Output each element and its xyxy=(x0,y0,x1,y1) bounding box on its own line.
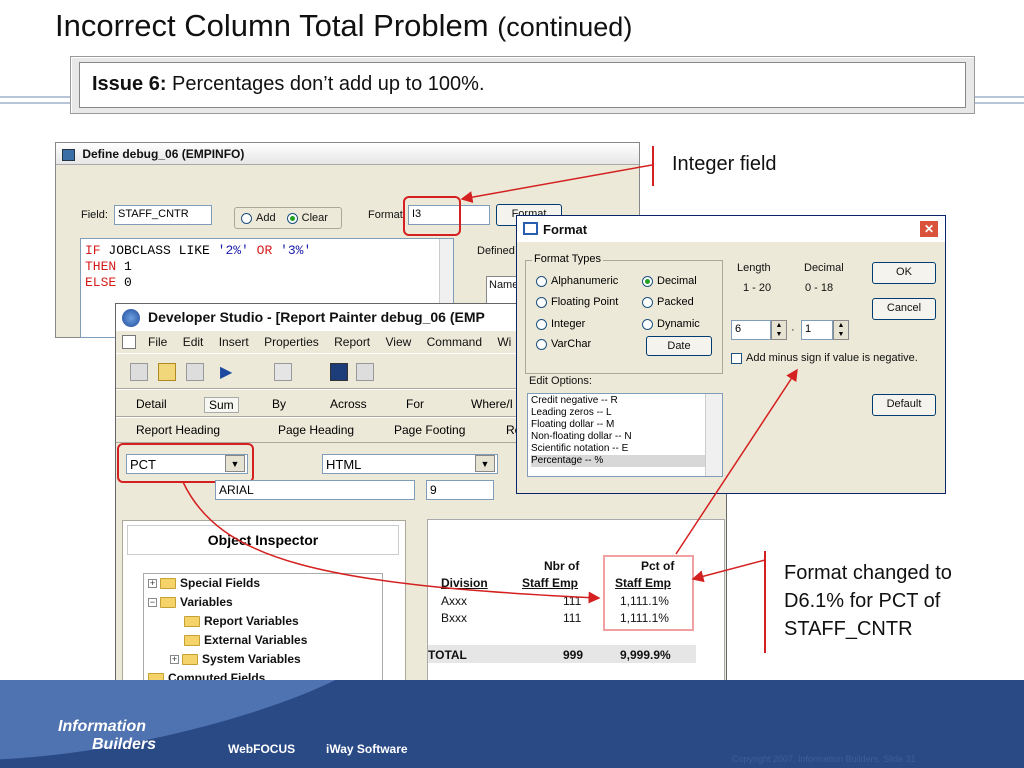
footer-copyright: Copyright 2007, Information Builders. Sl… xyxy=(732,754,916,764)
logo-builders: Builders xyxy=(92,736,157,753)
arrow-pct-column xyxy=(691,559,766,583)
arrow-minus-sign xyxy=(675,368,798,555)
annotation-arrows xyxy=(182,164,798,604)
footer-band: Information Builders WebFOCUS iWay Softw… xyxy=(0,680,1024,768)
arrow-pct-select xyxy=(182,481,601,604)
logo-information: Information xyxy=(58,718,146,735)
footer-iway: iWay Software xyxy=(326,742,408,756)
arrow-integer xyxy=(460,164,653,204)
footer-webfocus: WebFOCUS xyxy=(228,742,296,756)
